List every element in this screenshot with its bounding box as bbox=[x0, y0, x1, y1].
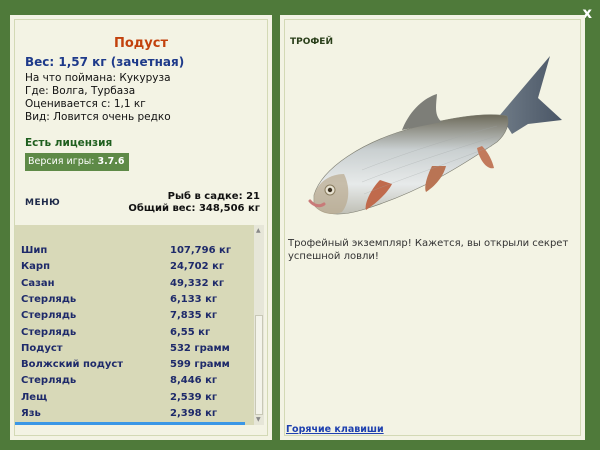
license-status: Есть лицензия bbox=[25, 137, 113, 149]
list-item[interactable]: Стерлядь 6,133 кг bbox=[15, 292, 245, 308]
fish-item-name: Стерлядь bbox=[21, 293, 77, 305]
hotkeys-link[interactable]: Горячие клавиши bbox=[286, 424, 384, 435]
fish-item-name: Стерлядь bbox=[21, 326, 77, 338]
version-value: 3.7.6 bbox=[97, 156, 125, 167]
fish-weight: Вес: 1,57 кг (зачетная) bbox=[25, 55, 185, 69]
scroll-down-icon[interactable]: ▼ bbox=[256, 416, 261, 423]
fish-item-weight: 107,796 кг bbox=[170, 245, 232, 256]
fish-image bbox=[308, 56, 562, 215]
fish-value-from: Оценивается с: 1,1 кг bbox=[25, 98, 146, 110]
fish-item-weight: 6,133 кг bbox=[170, 293, 218, 305]
list-item[interactable]: Волжский подуст 599 грамм bbox=[15, 357, 245, 373]
trophy-title: ТРОФЕЙ bbox=[290, 37, 333, 47]
list-item[interactable]: Стерлядь 8,446 кг bbox=[15, 373, 245, 389]
fish-item-weight: 2,539 кг bbox=[170, 391, 218, 403]
fish-item-weight: 2,398 кг bbox=[170, 408, 218, 419]
fish-item-weight: 7,835 кг bbox=[170, 310, 218, 322]
fish-bait: На что поймана: Кукуруза bbox=[25, 72, 171, 84]
catch-list: Шип 107,796 кг Карп 24,702 кг Сазан 49,332 кг… bbox=[15, 225, 254, 425]
fish-item-weight: 532 грамм bbox=[170, 342, 230, 354]
fish-kind: Вид: Ловится очень редко bbox=[25, 111, 171, 123]
fish-item-name: Карп bbox=[21, 261, 50, 273]
fish-item-weight: 6,55 кг bbox=[170, 326, 211, 338]
fish-count: Рыб в садке: 21 bbox=[167, 191, 260, 202]
trophy-panel: ТРОФЕЙ Трофейный экземпляр! Кажется, вы … bbox=[280, 15, 585, 440]
fish-item-name: Волжский подуст bbox=[21, 359, 124, 371]
list-item[interactable]: Подуст 532 грамм bbox=[15, 341, 245, 357]
trophy-description: Трофейный экземпляр! Кажется, вы открыли… bbox=[288, 238, 569, 262]
fish-item-name: Язь bbox=[21, 408, 41, 419]
fish-item-name: Шип bbox=[21, 245, 48, 256]
fish-item-name: Подуст bbox=[21, 342, 63, 354]
version-label: Версия игры: bbox=[28, 156, 95, 167]
scroll-up-icon[interactable]: ▲ bbox=[256, 227, 261, 234]
fish-item-name: Сазан bbox=[21, 277, 55, 289]
total-weight: Общий вес: 348,506 кг bbox=[128, 203, 260, 214]
fish-item-name: Подуст bbox=[21, 422, 63, 425]
catch-info-panel: Подуст Вес: 1,57 кг (зачетная) На что по… bbox=[10, 15, 272, 440]
fish-item-weight: 599 грамм bbox=[170, 359, 230, 371]
menu-button[interactable]: МЕНЮ bbox=[25, 198, 60, 208]
fish-item-name: Стерлядь bbox=[21, 375, 77, 387]
list-item[interactable]: Шип 107,796 кг bbox=[15, 243, 245, 259]
scrollbar-thumb[interactable] bbox=[255, 315, 263, 415]
list-item[interactable]: Стерлядь 6,55 кг bbox=[15, 325, 245, 341]
fish-item-weight: 49,332 кг bbox=[170, 277, 225, 289]
fish-name: Подуст bbox=[113, 36, 169, 51]
list-item[interactable]: Карп 24,702 кг bbox=[15, 259, 245, 275]
fish-item-weight: 1,57 кг bbox=[170, 422, 210, 425]
fish-item-name: Лещ bbox=[21, 391, 48, 403]
list-item[interactable]: Стерлядь 7,835 кг bbox=[15, 308, 245, 324]
list-scrollbar[interactable]: ▲ ▼ bbox=[254, 225, 264, 425]
fish-item-name: Стерлядь bbox=[21, 310, 77, 322]
version-badge: Версия игры: 3.7.6 bbox=[25, 153, 129, 171]
fish-location: Где: Волга, Турбаза bbox=[25, 85, 136, 97]
list-item[interactable]: Сазан 49,332 кг bbox=[15, 276, 245, 292]
list-item[interactable]: Язь 2,398 кг bbox=[15, 406, 245, 422]
list-item[interactable]: Лещ 2,539 кг bbox=[15, 390, 245, 406]
fish-item-weight: 8,446 кг bbox=[170, 375, 218, 387]
list-item[interactable]: Подуст 1,57 кг bbox=[15, 422, 245, 425]
fish-item-weight: 24,702 кг bbox=[170, 261, 225, 273]
